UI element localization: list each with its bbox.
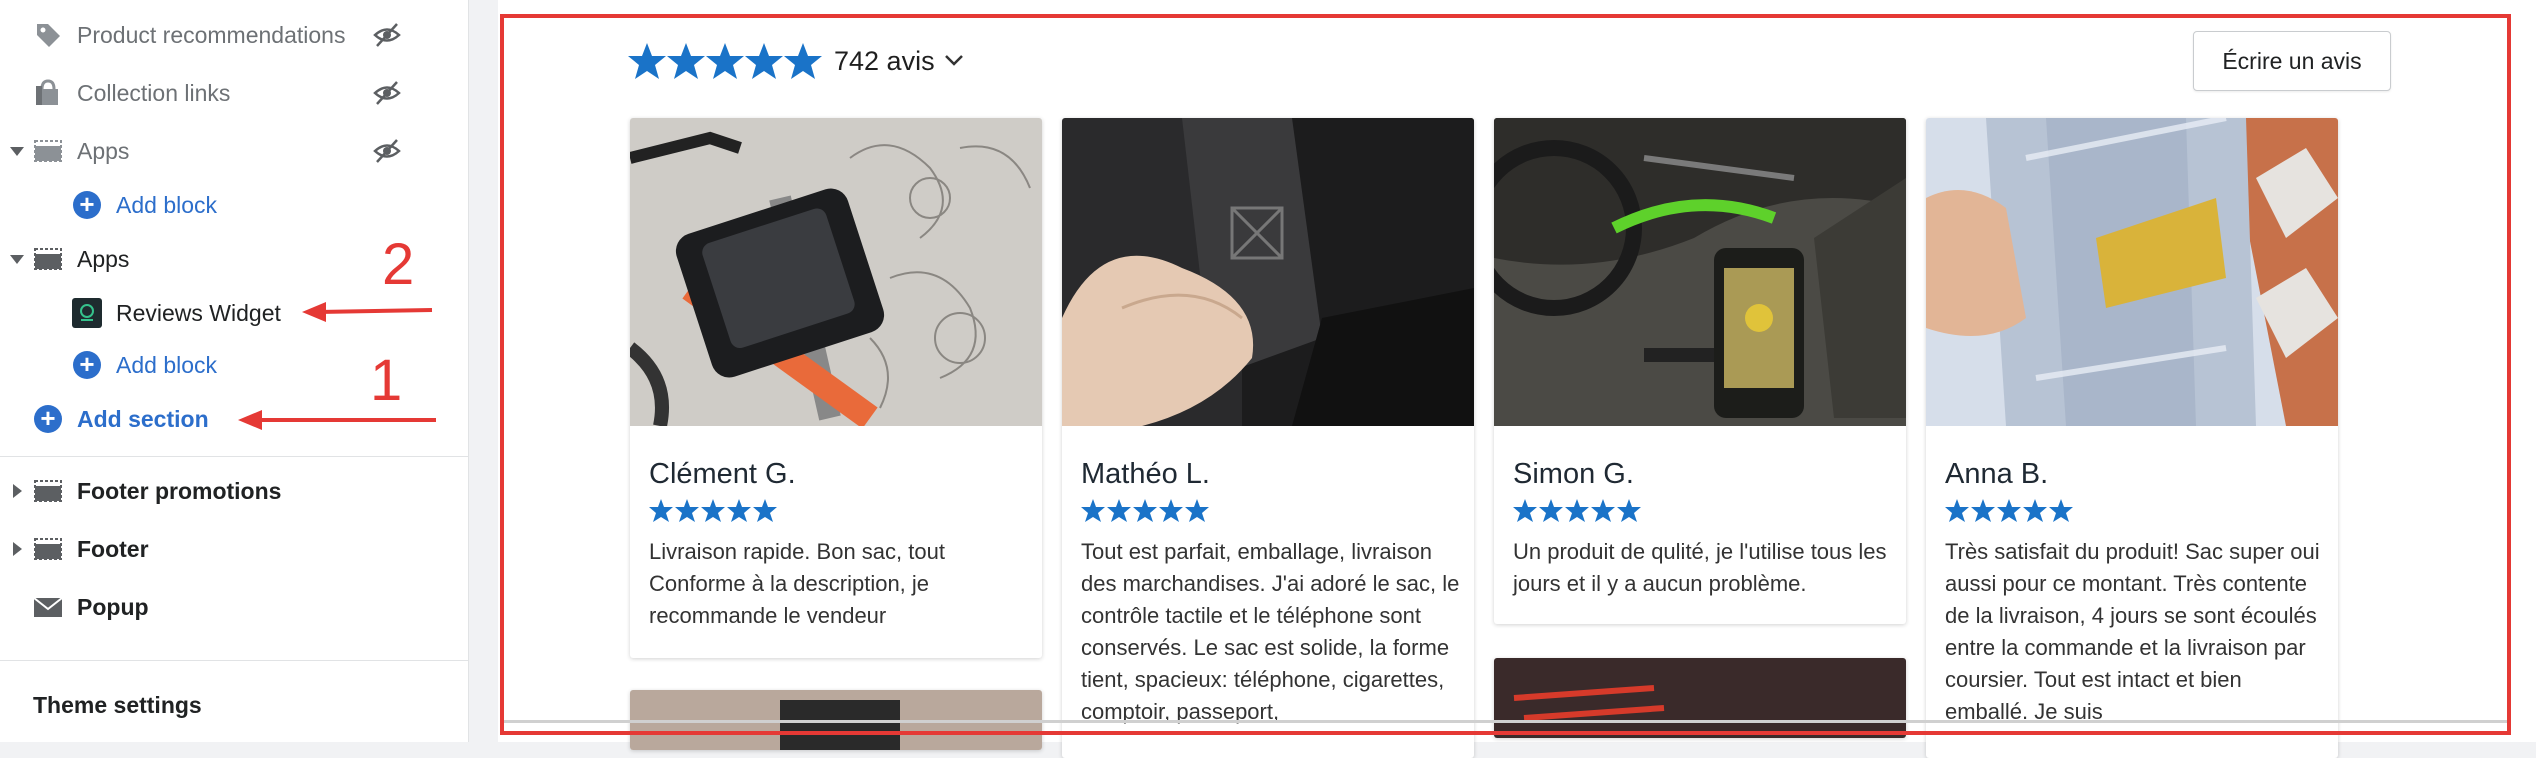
add-block-button[interactable]: + Add block <box>0 336 468 394</box>
section-icon <box>34 140 62 162</box>
sidebar-section-apps-1[interactable]: Apps <box>0 122 468 180</box>
sidebar-section-footer[interactable]: Footer <box>0 520 468 578</box>
section-icon <box>34 248 62 270</box>
eye-off-icon[interactable] <box>372 20 402 50</box>
chevron-right-icon[interactable] <box>13 542 22 556</box>
plus-circle-icon: + <box>73 351 101 379</box>
highlight-box <box>500 14 2511 735</box>
app-icon <box>72 298 102 328</box>
sidebar-section-popup[interactable]: Popup <box>0 578 468 636</box>
chevron-down-icon[interactable] <box>10 146 24 156</box>
eye-off-icon[interactable] <box>372 136 402 166</box>
sidebar-item-label: Reviews Widget <box>116 299 281 326</box>
theme-settings-label: Theme settings <box>33 691 202 718</box>
eye-off-icon[interactable] <box>372 78 402 108</box>
tag-icon <box>37 24 60 47</box>
section-icon <box>34 480 62 502</box>
sidebar-item-label: Footer <box>77 535 149 562</box>
sidebar-item-label: Add section <box>77 405 209 432</box>
sidebar-section-footer-promotions[interactable]: Footer promotions <box>0 462 468 520</box>
sidebar-item-label: Popup <box>77 593 149 620</box>
chevron-down-icon[interactable] <box>10 254 24 264</box>
sidebar-item-label: Footer promotions <box>77 477 282 504</box>
sidebar-item-reviews-widget[interactable]: Reviews Widget <box>0 284 468 342</box>
add-section-button[interactable]: + Add section <box>0 390 468 448</box>
sidebar-item-label: Apps <box>77 245 130 272</box>
sidebar-item-label: Add block <box>116 191 218 218</box>
sidebar-item-label: Product recommendations <box>77 21 346 48</box>
sidebar-item-label: Add block <box>116 351 218 378</box>
sidebar-item-label: Apps <box>77 137 130 164</box>
sidebar-item-label: Collection links <box>77 79 231 106</box>
sidebar-item-product-recommendations[interactable]: Product recommendations <box>0 6 468 64</box>
theme-settings-button[interactable]: Theme settings <box>0 676 468 734</box>
chevron-right-icon[interactable] <box>13 484 22 498</box>
divider <box>0 456 468 457</box>
sidebar-section-apps-2[interactable]: Apps <box>0 230 468 288</box>
sidebar-item-collection-links[interactable]: Collection links <box>0 64 468 122</box>
theme-editor-sidebar: Product recommendations Collection links… <box>0 0 469 742</box>
mail-icon <box>33 597 63 617</box>
plus-circle-icon: + <box>34 405 62 433</box>
collection-icon <box>36 79 58 105</box>
add-block-button[interactable]: + Add block <box>0 176 468 234</box>
divider <box>0 660 468 661</box>
section-icon <box>34 538 62 560</box>
plus-circle-icon: + <box>73 191 101 219</box>
